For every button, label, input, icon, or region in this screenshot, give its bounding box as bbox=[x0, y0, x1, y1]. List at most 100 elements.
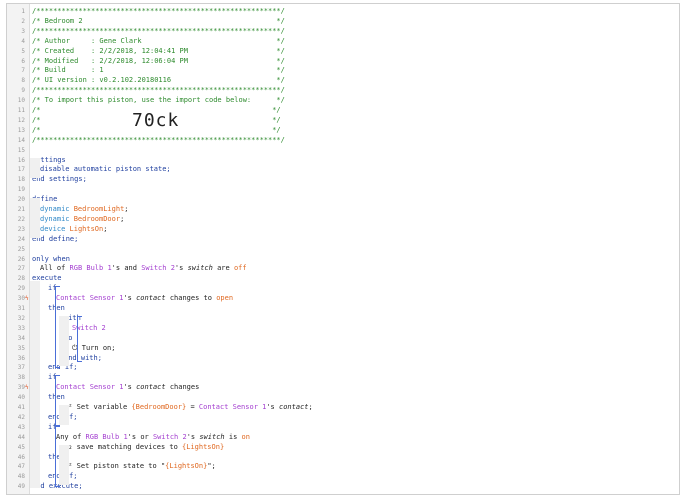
code-text: only when bbox=[32, 255, 70, 265]
code-line: 11/* */ bbox=[7, 106, 679, 116]
code-line: 3 /**************************************… bbox=[7, 27, 679, 37]
code-token: end with; bbox=[64, 353, 102, 362]
line-number: 37 bbox=[17, 364, 25, 372]
code-line: 43 if bbox=[7, 423, 679, 433]
line-number: 46 bbox=[17, 453, 25, 461]
code-token: All of bbox=[40, 264, 70, 273]
code-token: 's bbox=[266, 403, 279, 411]
device-token: RGB Bulb 1 bbox=[69, 264, 112, 273]
code-token: /* Created : 2/2/2018, 12:04:41 PM */ bbox=[32, 46, 285, 55]
line-number: 20 bbox=[17, 196, 25, 204]
line-number: 30 bbox=[17, 295, 25, 303]
code-line: 9 /**************************************… bbox=[7, 86, 679, 96]
with-block-bracket bbox=[77, 316, 82, 362]
code-line: 29 if bbox=[7, 284, 679, 294]
line-number: 29 bbox=[17, 285, 25, 293]
line-number: 49 bbox=[17, 483, 25, 491]
device-token: Switch 2 bbox=[152, 432, 187, 441]
code-text: dynamic BedroomDoor; bbox=[40, 215, 124, 225]
line-number: 10 bbox=[17, 97, 25, 105]
code-token: dynamic bbox=[40, 205, 74, 213]
code-line: 21 dynamic BedroomLight; bbox=[7, 205, 679, 215]
code-text: disable automatic piston state; bbox=[40, 165, 171, 175]
line-number: 26 bbox=[17, 255, 25, 263]
device-token: Contact Sensor 1 bbox=[56, 383, 124, 392]
code-text: end settings; bbox=[32, 175, 87, 185]
code-line: 14 /*************************************… bbox=[7, 136, 679, 146]
line-number: 1 bbox=[21, 8, 25, 15]
line-number: 27 bbox=[17, 265, 25, 273]
line-number: 16 bbox=[17, 156, 25, 164]
code-text: /* To import this piston, use the import… bbox=[32, 96, 285, 106]
code-line: 44 Any of RGB Bulb 1's or Switch 2's swit… bbox=[7, 433, 679, 443]
code-text: /***************************************… bbox=[32, 136, 285, 146]
code-text: Contact Sensor 1's contact changes bbox=[56, 383, 199, 393]
line-number: 18 bbox=[17, 176, 25, 184]
code-line: 40 then bbox=[7, 393, 679, 403]
code-token: contact bbox=[136, 383, 166, 392]
code-text: /* Created : 2/2/2018, 12:04:41 PM */ bbox=[32, 47, 285, 57]
code-token: 's and bbox=[111, 264, 142, 273]
line-number: 6 bbox=[21, 57, 25, 65]
code-token: are bbox=[212, 264, 234, 273]
line-number: 41 bbox=[17, 404, 25, 411]
code-text: /* UI version : v0.2.102.20180116 */ bbox=[32, 76, 285, 86]
line-number: 15 bbox=[17, 146, 25, 154]
value-token: on bbox=[241, 432, 250, 441]
code-text: /***************************************… bbox=[32, 86, 285, 96]
code-line: 31 then bbox=[7, 304, 679, 314]
code-line: 7 /* Build : 1 */ bbox=[7, 66, 679, 76]
code-text: /* Author : Gene Clark */ bbox=[32, 37, 285, 47]
code-text: /* Bedroom 2 */ bbox=[32, 17, 285, 27]
code-token: /***************************************… bbox=[32, 7, 285, 15]
code-token: save matching devices to bbox=[76, 442, 183, 451]
code-line: 2 /* Bedroom 2 */ bbox=[7, 17, 679, 27]
line-number: 8 bbox=[21, 77, 25, 85]
code-token: 's or bbox=[127, 432, 153, 441]
code-text: All of RGB Bulb 1's and Switch 2's switc… bbox=[40, 264, 247, 274]
code-token: switch bbox=[187, 264, 213, 273]
line-number: 13 bbox=[17, 126, 25, 134]
code-line: 32 with bbox=[7, 314, 679, 324]
device-token: Switch 2 bbox=[141, 264, 175, 273]
value-token: BedroomDoor bbox=[73, 214, 121, 223]
code-token: ; bbox=[103, 224, 108, 233]
line-number: 48 bbox=[17, 473, 25, 481]
then-block-rail-2 bbox=[59, 405, 69, 425]
code-line: 46 then bbox=[7, 453, 679, 463]
value-token: open bbox=[216, 294, 234, 303]
line-number: 12 bbox=[17, 116, 25, 124]
code-line: 15 bbox=[7, 146, 679, 156]
code-line: 10 /* To import this piston, use the impo… bbox=[7, 96, 679, 106]
line-number: 33 bbox=[17, 324, 25, 332]
value-token: {LightsOn} bbox=[182, 442, 225, 451]
code-line: 35 ⏻ Turn on; bbox=[7, 344, 679, 354]
code-line: 16 settings bbox=[7, 156, 679, 166]
code-line: 13 /* */ bbox=[7, 126, 679, 136]
code-token: 's bbox=[123, 383, 137, 392]
code-line: 20 define bbox=[7, 195, 679, 205]
line-number: 44 bbox=[17, 433, 25, 441]
code-token: Set piston state to " bbox=[76, 462, 166, 471]
execute-block-rail bbox=[30, 281, 40, 488]
code-line: 39 ϟ Contact Sensor 1's contact changes bbox=[7, 383, 679, 393]
code-token: ; bbox=[308, 403, 313, 411]
code-token: dynamic bbox=[40, 214, 74, 223]
line-number: 2 bbox=[21, 17, 25, 25]
code-line: 33 Switch 2 bbox=[7, 324, 679, 334]
code-token: end settings; bbox=[32, 175, 87, 184]
define-block-rail bbox=[30, 198, 40, 238]
code-line: 34do bbox=[7, 334, 679, 344]
code-text: /* */ bbox=[32, 126, 281, 136]
code-line: 47 x² Set piston state to "{LightsOn}"; bbox=[7, 462, 679, 472]
code-text: Any of RGB Bulb 1's or Switch 2's switch… bbox=[56, 433, 250, 443]
line-number: 40 bbox=[17, 394, 25, 402]
line-number: 11 bbox=[17, 107, 25, 114]
code-token: = bbox=[186, 403, 199, 411]
code-token: /* */ bbox=[32, 125, 281, 134]
line-number: 14 bbox=[17, 136, 25, 144]
code-text: x² Set piston state to "{LightsOn}"; bbox=[64, 462, 216, 472]
code-token: /* Build : 1 */ bbox=[32, 66, 285, 75]
line-number: 42 bbox=[17, 413, 25, 421]
code-line: 22 dynamic BedroomDoor; bbox=[7, 215, 679, 225]
